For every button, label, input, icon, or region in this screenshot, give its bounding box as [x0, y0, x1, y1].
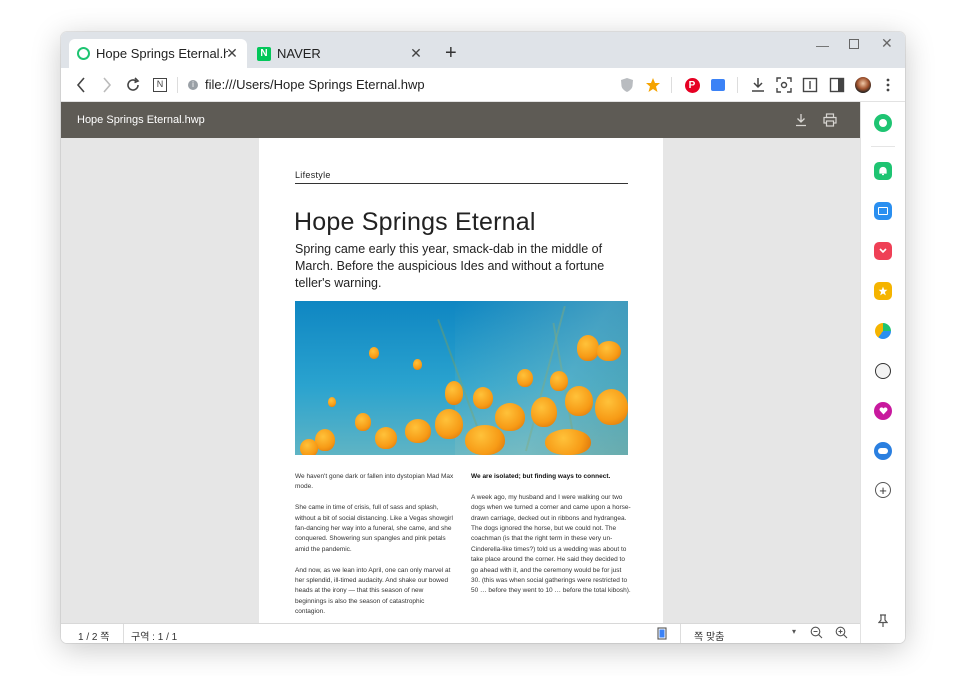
- naver-home-icon[interactable]: N: [151, 76, 169, 94]
- document-viewport[interactable]: Lifestyle Hope Springs Eternal Spring ca…: [61, 138, 860, 623]
- print-icon[interactable]: [823, 113, 837, 130]
- wallet-icon[interactable]: [874, 202, 892, 220]
- download-icon[interactable]: [749, 76, 767, 94]
- browser-window: Hope Springs Eternal.hwp ✕ N NAVER ✕ + —…: [61, 32, 905, 643]
- pocket-icon[interactable]: [874, 242, 892, 260]
- paragraph-lead: We are isolated; but finding ways to con…: [471, 473, 611, 480]
- zoom-select[interactable]: 쪽 맞춤: [694, 628, 724, 643]
- viewer-download-icon[interactable]: [795, 113, 807, 130]
- toolbar-divider: [671, 77, 672, 93]
- reload-icon[interactable]: [124, 76, 142, 94]
- back-icon[interactable]: [72, 76, 90, 94]
- hero-image-poppies: [295, 301, 628, 455]
- translate-icon[interactable]: [709, 76, 727, 94]
- cloud-icon[interactable]: [874, 442, 892, 460]
- section-indicator: 구역 : 1 / 1: [131, 632, 178, 643]
- pinterest-icon[interactable]: P: [683, 76, 701, 94]
- article-headline: Hope Springs Eternal: [294, 208, 536, 236]
- heart-icon[interactable]: [874, 402, 892, 420]
- zoom-in-icon[interactable]: [835, 626, 848, 642]
- address-bar[interactable]: file:///Users/Hope Springs Eternal.hwp: [205, 77, 425, 92]
- document-page: Lifestyle Hope Springs Eternal Spring ca…: [259, 138, 663, 623]
- paragraph: A week ago, my husband and I were walkin…: [471, 493, 631, 595]
- papago-icon[interactable]: [874, 322, 892, 340]
- status-divider: [680, 624, 681, 643]
- toolbar: N i file:///Users/Hope Springs Eternal.h…: [61, 68, 905, 102]
- side-panel: +: [860, 102, 905, 643]
- category-rule: [295, 183, 628, 184]
- capture-icon[interactable]: [775, 76, 793, 94]
- viewer-title: Hope Springs Eternal.hwp: [77, 114, 205, 126]
- tab-title: Hope Springs Eternal.hwp: [96, 46, 228, 61]
- pin-icon[interactable]: [874, 612, 892, 630]
- minimize-icon[interactable]: —: [816, 38, 829, 53]
- info-icon[interactable]: i: [188, 80, 198, 90]
- close-icon[interactable]: ✕: [409, 46, 423, 60]
- maximize-icon[interactable]: [849, 39, 859, 49]
- article-category: Lifestyle: [295, 170, 331, 180]
- naver-home-letter: N: [153, 78, 167, 92]
- tab-hope-springs[interactable]: Hope Springs Eternal.hwp ✕: [69, 39, 247, 68]
- character-icon[interactable]: [874, 362, 892, 380]
- tab-naver[interactable]: N NAVER ✕: [251, 39, 431, 68]
- bookmark-star-icon[interactable]: [644, 76, 662, 94]
- chevron-down-icon[interactable]: ▾: [792, 627, 796, 636]
- more-menu-icon[interactable]: [879, 76, 897, 94]
- naver-icon: N: [257, 46, 271, 61]
- zoom-out-icon[interactable]: [810, 626, 823, 642]
- viewer-header: Hope Springs Eternal.hwp: [61, 102, 860, 138]
- forward-icon[interactable]: [98, 76, 116, 94]
- add-panel-button[interactable]: +: [875, 482, 891, 498]
- article-left-column: We haven't gone dark or fallen into dyst…: [295, 472, 455, 623]
- paragraph: She came in time of crisis, full of sass…: [295, 504, 453, 553]
- tab-strip: Hope Springs Eternal.hwp ✕ N NAVER ✕ + —…: [61, 32, 905, 68]
- favorites-star-icon[interactable]: [874, 282, 892, 300]
- window-close-icon[interactable]: ✕: [881, 35, 893, 52]
- status-bar: 1 / 2 쪽 구역 : 1 / 1 쪽 맞춤 ▾: [61, 623, 860, 643]
- page-view-icon[interactable]: [657, 627, 667, 643]
- close-icon[interactable]: ✕: [225, 46, 239, 60]
- toolbar-divider: [177, 77, 178, 93]
- status-divider: [123, 624, 124, 643]
- paragraph: We haven't gone dark or fallen into dyst…: [295, 473, 454, 491]
- sidebar-toggle-icon[interactable]: [828, 76, 846, 94]
- article-right-column: We are isolated; but finding ways to con…: [471, 472, 631, 607]
- whale-ring-icon: [77, 47, 90, 60]
- shield-icon[interactable]: [618, 76, 636, 94]
- sidebar-divider: [871, 146, 895, 147]
- toolbar-divider: [737, 77, 738, 93]
- new-tab-button[interactable]: +: [445, 43, 457, 63]
- reader-mode-icon[interactable]: [801, 76, 819, 94]
- page-indicator: 1 / 2 쪽: [78, 632, 110, 643]
- article-dek: Spring came early this year, smack-dab i…: [295, 242, 605, 290]
- tab-title: NAVER: [277, 46, 321, 61]
- notification-bell-icon[interactable]: [874, 162, 892, 180]
- whale-space-icon[interactable]: [874, 114, 892, 132]
- paragraph: And now, as we lean into April, one can …: [295, 566, 451, 616]
- avatar[interactable]: [854, 76, 872, 94]
